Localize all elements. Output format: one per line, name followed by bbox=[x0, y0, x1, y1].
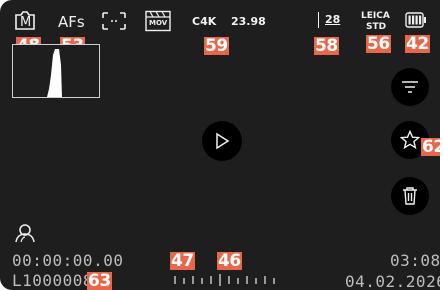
look-line1: LEICA bbox=[361, 11, 390, 21]
resolution-label: C4K bbox=[192, 15, 217, 28]
timecode: 00:00:00.00 bbox=[12, 251, 124, 270]
frame-rate-label: 23.98 bbox=[231, 15, 266, 28]
stabilization-frame-icon bbox=[101, 11, 127, 35]
exposure-mode-indicator: M bbox=[14, 9, 36, 31]
look-line2: STD bbox=[366, 22, 387, 32]
callout-42: 42 bbox=[405, 34, 430, 54]
battery-bar bbox=[415, 15, 418, 25]
format-label: MOV bbox=[149, 19, 168, 27]
focal-length-label: 28 bbox=[325, 13, 341, 26]
callout-62: 62 bbox=[421, 138, 440, 156]
battery-icon bbox=[405, 12, 427, 32]
focal-bracket-left bbox=[318, 12, 319, 28]
date: 04.02.2026 bbox=[345, 272, 440, 290]
play-icon bbox=[216, 132, 230, 150]
battery-bar bbox=[408, 15, 411, 25]
camera-playback-screen: M 48 AFs 53 MOV C4K 23.98 59 28 58 LEICA… bbox=[0, 0, 440, 290]
callout-46: 46 bbox=[217, 251, 242, 271]
battery-bar bbox=[419, 15, 422, 25]
play-button[interactable] bbox=[202, 121, 242, 161]
trash-icon bbox=[403, 187, 417, 205]
star-icon bbox=[400, 130, 420, 150]
focus-mode-label: AFs bbox=[58, 13, 85, 31]
callout-63: 63 bbox=[87, 271, 112, 290]
callout-47: 47 bbox=[170, 251, 195, 271]
film-clapper-icon: MOV bbox=[145, 10, 171, 32]
filter-icon bbox=[402, 81, 418, 93]
callout-58: 58 bbox=[314, 36, 339, 56]
filter-button[interactable] bbox=[391, 68, 429, 106]
mode-label: M bbox=[20, 15, 32, 30]
callout-56: 56 bbox=[366, 34, 391, 54]
histogram-graph bbox=[47, 49, 62, 97]
histogram bbox=[12, 44, 100, 98]
playback-scale bbox=[170, 272, 280, 288]
file-name: L1000008 bbox=[12, 271, 94, 290]
duration: 03:08 bbox=[390, 251, 440, 270]
battery-bar bbox=[412, 15, 415, 25]
face-detect-icon bbox=[14, 223, 36, 247]
delete-button[interactable] bbox=[391, 177, 429, 215]
scale-ticks bbox=[174, 274, 275, 286]
battery-bars bbox=[408, 15, 422, 25]
callout-59: 59 bbox=[204, 36, 229, 56]
